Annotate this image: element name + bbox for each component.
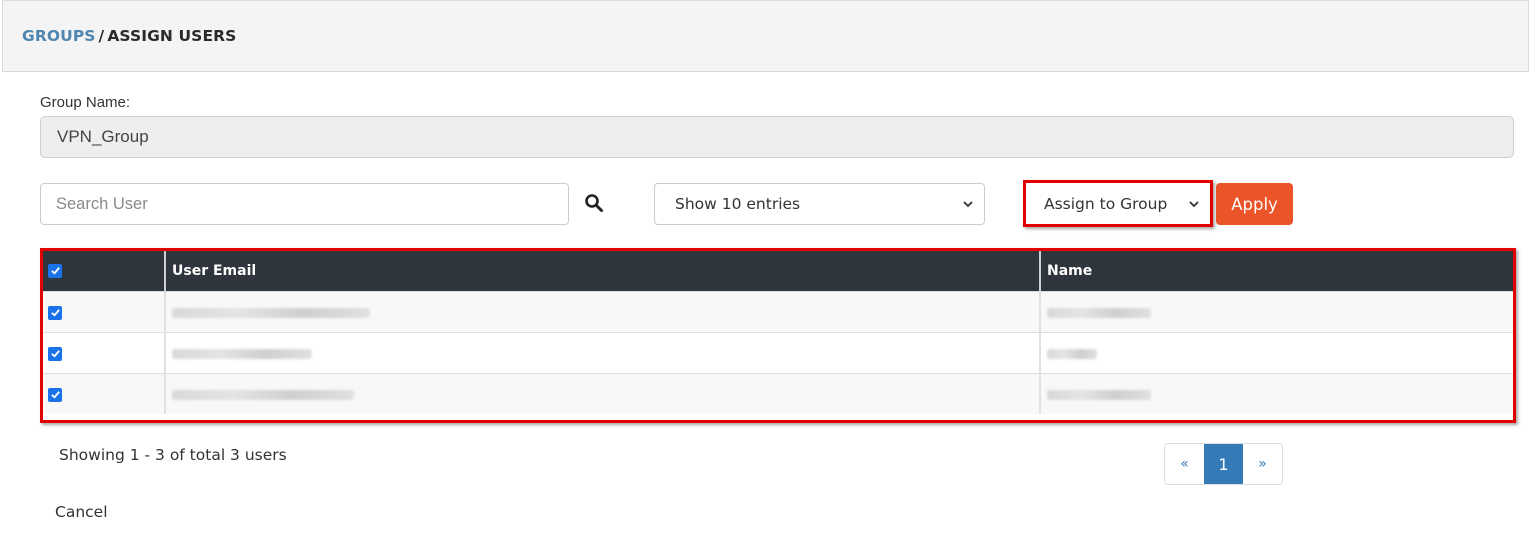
breadcrumb-current: ASSIGN USERS — [107, 27, 237, 45]
search-icon[interactable] — [584, 193, 604, 213]
users-table: User Email Name — [40, 248, 1516, 423]
breadcrumb-groups-link[interactable]: GROUPS — [22, 27, 96, 45]
group-name-label: Group Name: — [40, 94, 131, 111]
table-row — [43, 290, 1513, 332]
chevron-down-icon — [1189, 200, 1199, 207]
redacted-name — [1047, 307, 1151, 318]
pagination: « 1 » — [1164, 443, 1283, 485]
checkmark-icon — [50, 391, 60, 399]
user-name-cell — [1040, 331, 1513, 373]
user-email-cell — [165, 290, 1041, 332]
select-all-header — [43, 251, 166, 291]
group-name-field: VPN_Group — [40, 116, 1514, 158]
redacted-email — [172, 307, 370, 318]
page-header: GROUPS / ASSIGN USERS — [2, 0, 1529, 72]
pagination-next-button[interactable]: » — [1243, 444, 1282, 484]
breadcrumb-separator: / — [98, 27, 105, 45]
checkmark-icon — [50, 350, 60, 358]
checkmark-icon — [50, 309, 60, 317]
table-header-row: User Email Name — [43, 251, 1513, 291]
apply-button[interactable]: Apply — [1216, 183, 1293, 225]
chevron-down-icon — [963, 201, 973, 208]
row-checkbox[interactable] — [48, 387, 62, 402]
table-row — [43, 331, 1513, 373]
bulk-action-select[interactable]: Assign to Group — [1023, 180, 1213, 227]
row-checkbox[interactable] — [48, 346, 62, 361]
user-email-cell — [165, 331, 1041, 373]
redacted-email — [172, 348, 312, 359]
user-name-cell — [1040, 372, 1513, 414]
column-header-name[interactable]: Name — [1040, 251, 1513, 291]
cancel-link[interactable]: Cancel — [55, 503, 108, 521]
column-header-user-email[interactable]: User Email — [165, 251, 1041, 291]
table-row — [43, 372, 1513, 414]
bulk-action-select-value: Assign to Group — [1044, 194, 1168, 213]
user-email-cell — [165, 372, 1041, 414]
pagination-prev-button[interactable]: « — [1165, 444, 1204, 484]
results-summary: Showing 1 - 3 of total 3 users — [59, 446, 287, 464]
checkmark-icon — [50, 267, 60, 275]
redacted-name — [1047, 348, 1097, 359]
search-user-input[interactable] — [40, 183, 569, 225]
redacted-name — [1047, 389, 1151, 400]
row-checkbox[interactable] — [48, 305, 62, 320]
redacted-email — [172, 389, 354, 400]
breadcrumb: GROUPS / ASSIGN USERS — [22, 27, 236, 45]
select-all-checkbox[interactable] — [48, 263, 62, 278]
pagination-page-1[interactable]: 1 — [1204, 444, 1243, 484]
entries-select-value: Show 10 entries — [675, 195, 801, 213]
user-name-cell — [1040, 290, 1513, 332]
entries-per-page-select[interactable]: Show 10 entries — [654, 183, 985, 225]
